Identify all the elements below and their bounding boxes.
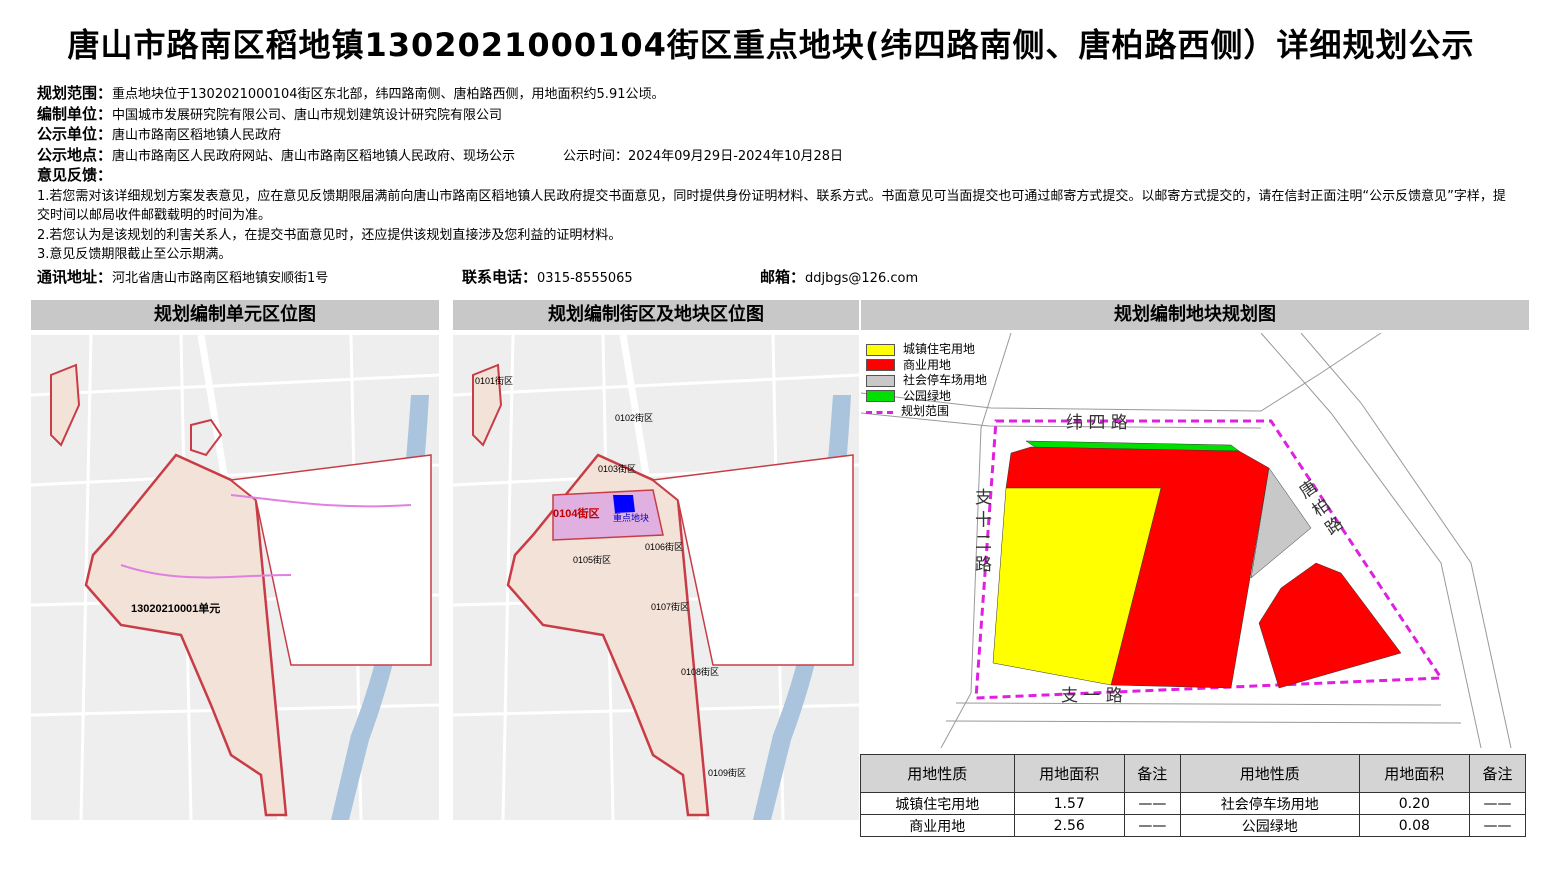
unit-location-map: 13020210001单元 (31, 335, 439, 820)
road-label-south: 支 一 路 (1061, 686, 1123, 706)
table-header-row: 用地性质 用地面积 备注 用地性质 用地面积 备注 (860, 754, 1527, 793)
phone: 联系电话：0315-8555065 (462, 268, 633, 286)
plan-legend: 城镇住宅用地 商业用地 社会停车场用地 公园绿地 规划范围 (866, 342, 987, 420)
legend-item-parking: 社会停车场用地 (866, 373, 987, 389)
block-label-0107: 0107街区 (651, 601, 689, 612)
key-plot-label: 重点地块 (613, 512, 649, 523)
page-title: 唐山市路南区稻地镇1302021000104街区重点地块(纬四路南侧、唐柏路西侧… (67, 26, 1475, 64)
table-row: 城镇住宅用地 1.57 —— 社会停车场用地 0.20 —— (860, 792, 1527, 815)
feedback-item-3: 3.意见反馈期限截止至公示期满。 (37, 247, 232, 262)
boundary-swatch (866, 411, 893, 415)
unit-label: 13020210001单元 (131, 601, 220, 615)
road-label-north: 纬 四 路 (1066, 413, 1128, 433)
block-label-0106: 0106街区 (645, 541, 683, 552)
key-plot-marker (613, 495, 635, 513)
address: 通讯地址：河北省唐山市路南区稻地镇安顺街1号 (37, 268, 329, 286)
feedback-item-2: 2.若您认为是该规划的利害关系人，在提交书面意见时，还应提供该规划直接涉及您利益… (37, 227, 622, 243)
info-section: 规划范围：重点地块位于1302021000104街区东北部，纬四路南侧、唐柏路西… (37, 84, 1507, 265)
block-label-0104: 0104街区 (553, 506, 599, 520)
plan-map-header: 规划编制地块规划图 (861, 300, 1529, 330)
residential-swatch (866, 343, 895, 356)
legend-item-residential: 城镇住宅用地 (866, 342, 987, 358)
publisher-text: 唐山市路南区稻地镇人民政府 (112, 128, 282, 143)
parking-swatch (866, 374, 895, 387)
unit-map-svg: 13020210001单元 (31, 335, 439, 820)
block-map-svg: 0101街区 0102街区 0103街区 0104街区 重点地块 0105街区 … (453, 335, 859, 820)
block-label-0102: 0102街区 (615, 412, 653, 423)
legend-item-commercial: 商业用地 (866, 358, 987, 374)
block-label-0105: 0105街区 (573, 554, 611, 565)
table-row: 商业用地 2.56 —— 公园绿地 0.08 —— (860, 814, 1527, 837)
block-label-0109: 0109街区 (708, 767, 746, 778)
location-text: 唐山市路南区人民政府网站、唐山市路南区稻地镇人民政府、现场公示 (112, 148, 516, 164)
block-location-map: 0101街区 0102街区 0103街区 0104街区 重点地块 0105街区 … (453, 335, 859, 820)
time-text: 公示时间：2024年09月29日-2024年10月28日 (563, 148, 844, 164)
legend-item-boundary: 规划范围 (866, 404, 987, 420)
block-label-0101: 0101街区 (475, 375, 513, 386)
commercial-swatch (866, 359, 895, 372)
unit-map-header: 规划编制单元区位图 (31, 300, 439, 330)
block-label-0103: 0103街区 (598, 463, 636, 474)
publisher-label: 公示单位： (37, 125, 113, 143)
block-label-0108: 0108街区 (681, 666, 719, 677)
feedback-item-1: 1.若您需对该详细规划方案发表意见，应在意见反馈期限届满前向唐山市路南区稻地镇人… (37, 188, 1506, 224)
park-swatch (866, 390, 895, 403)
email: 邮箱：ddjbgs@126.com (760, 268, 919, 286)
legend-item-park: 公园绿地 (866, 389, 987, 405)
location-label: 公示地点： (37, 145, 113, 164)
land-use-table: 用地性质 用地面积 备注 用地性质 用地面积 备注 城镇住宅用地 1.57 ——… (860, 754, 1527, 837)
compiler-label: 编制单位： (37, 104, 113, 123)
feedback-label: 意见反馈： (37, 166, 113, 184)
block-map-header: 规划编制街区及地块区位图 (453, 300, 859, 330)
scope-label: 规划范围： (37, 84, 113, 102)
scope-text: 重点地块位于1302021000104街区东北部，纬四路南侧、唐柏路西侧，用地面… (112, 87, 665, 102)
compiler-text: 中国城市发展研究院有限公司、唐山市规划建筑设计研究院有限公司 (112, 107, 503, 123)
road-label-west: 支 十 二 路 (971, 488, 992, 572)
